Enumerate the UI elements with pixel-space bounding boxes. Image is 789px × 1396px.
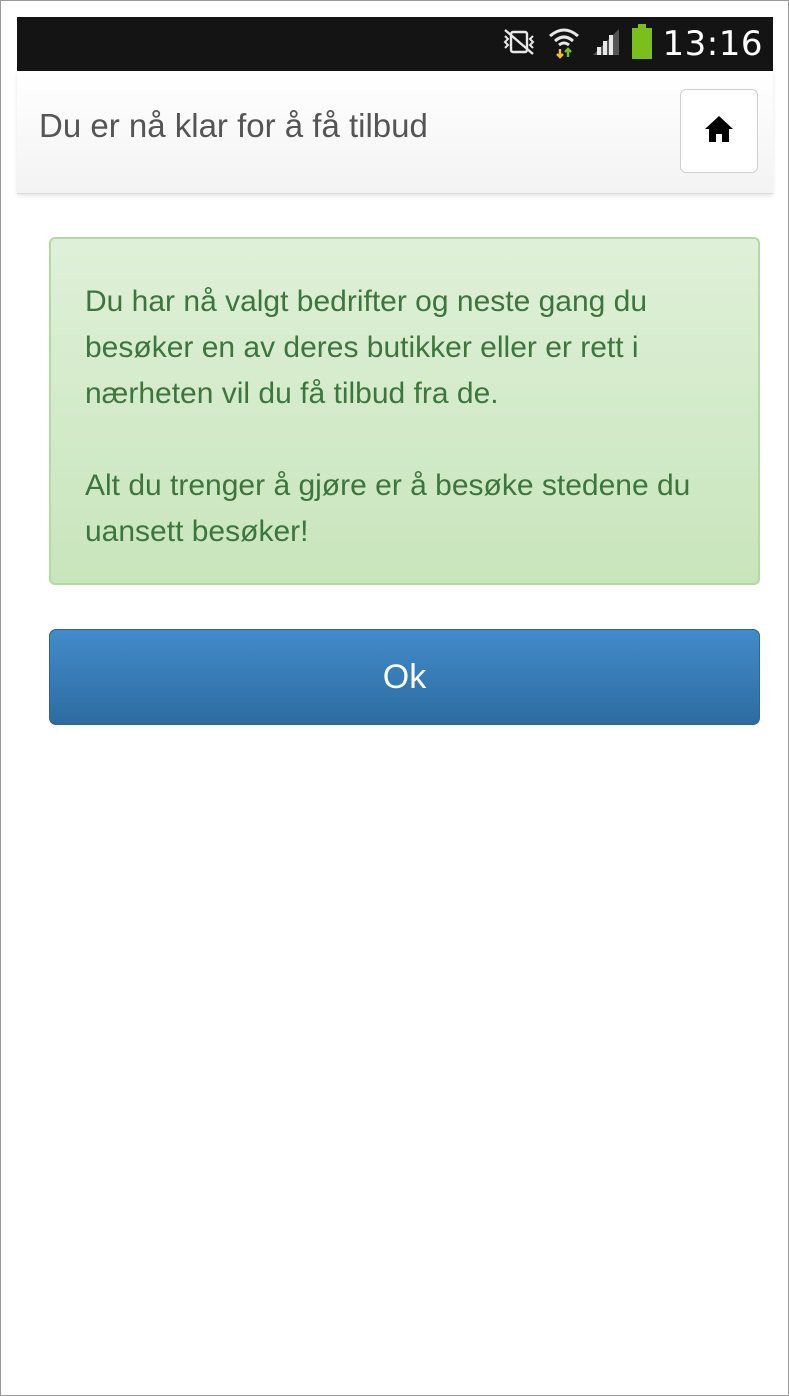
signal-icon bbox=[591, 27, 621, 62]
wifi-icon bbox=[547, 25, 581, 64]
header-bar: Du er nå klar for å få tilbud bbox=[17, 71, 773, 194]
page-title: Du er nå klar for å få tilbud bbox=[39, 107, 428, 144]
home-button[interactable] bbox=[680, 89, 758, 173]
status-icons: 13:16 bbox=[501, 17, 763, 71]
success-alert: Du har nå valgt bedrifter og neste gang … bbox=[49, 237, 760, 585]
alert-paragraph-1: Du har nå valgt bedrifter og neste gang … bbox=[85, 285, 648, 410]
battery-icon bbox=[631, 23, 653, 65]
status-bar: 13:16 bbox=[17, 17, 773, 71]
clock: 13:16 bbox=[662, 24, 763, 64]
vibrate-mute-icon bbox=[501, 27, 537, 62]
phone-screen: 13:16 Du er nå klar for å få tilbud Du h… bbox=[0, 0, 789, 1396]
ok-button-label: Ok bbox=[382, 657, 427, 696]
ok-button[interactable]: Ok bbox=[49, 629, 760, 725]
home-icon bbox=[704, 115, 734, 148]
alert-paragraph-2: Alt du trenger å gjøre er å besøke stede… bbox=[85, 469, 691, 548]
